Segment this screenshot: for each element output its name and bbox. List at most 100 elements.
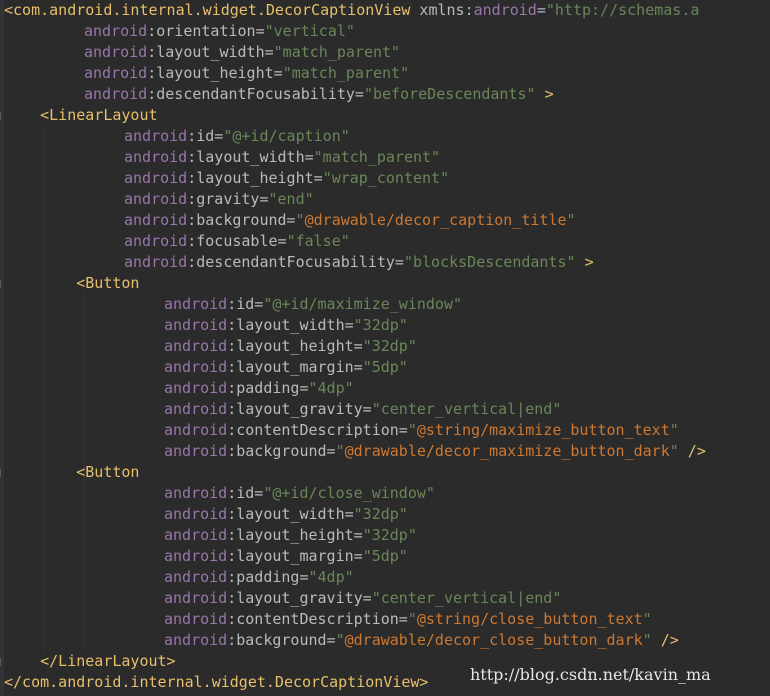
- code-line: android:layout_height="match_parent": [84, 63, 409, 84]
- code-token: :id=: [187, 127, 224, 145]
- code-line: android:layout_margin="5dp": [164, 357, 408, 378]
- code-token: "4dp": [308, 568, 354, 586]
- code-token: <Button: [4, 274, 140, 292]
- code-token: :layout_height=: [147, 64, 283, 82]
- code-token: :layout_height=: [187, 169, 323, 187]
- code-token: >: [575, 253, 594, 271]
- code-line: android:layout_margin="5dp": [164, 546, 408, 567]
- code-token: "32dp": [362, 337, 417, 355]
- code-token: :layout_margin=: [227, 547, 363, 565]
- code-token: ": [295, 211, 305, 229]
- code-token: android: [164, 547, 228, 565]
- code-token: ": [642, 631, 652, 649]
- code-token: :layout_height=: [227, 337, 363, 355]
- code-token: "end": [268, 190, 314, 208]
- code-line: android:layout_width="match_parent": [124, 147, 440, 168]
- code-token: "5dp": [362, 547, 408, 565]
- code-token: android: [164, 316, 228, 334]
- code-token: <LinearLayout: [4, 106, 158, 124]
- code-token: android: [124, 211, 188, 229]
- code-token: :orientation=: [147, 22, 265, 40]
- code-token: :layout_height=: [227, 526, 363, 544]
- code-line: android:layout_width="match_parent": [84, 42, 400, 63]
- code-line: android:layout_gravity="center_vertical|…: [164, 588, 561, 609]
- code-token: :: [464, 1, 474, 19]
- code-token: "@+id/maximize_window": [263, 295, 463, 313]
- code-token: android: [164, 358, 228, 376]
- code-token: android: [164, 505, 228, 523]
- code-token: "match_parent": [273, 43, 401, 61]
- code-token: "match_parent": [282, 64, 410, 82]
- code-editor[interactable]: <com.android.internal.widget.DecorCaptio…: [0, 0, 770, 696]
- code-token: android: [164, 568, 228, 586]
- code-token: android: [164, 526, 228, 544]
- code-line: android:descendantFocusability="blocksDe…: [124, 252, 594, 273]
- code-token: android: [84, 43, 148, 61]
- code-token: "@+id/caption": [223, 127, 350, 145]
- code-token: :focusable=: [187, 232, 287, 250]
- code-token: "false": [286, 232, 350, 250]
- code-line: android:layout_height="wrap_content": [124, 168, 449, 189]
- code-token: "match_parent": [313, 148, 441, 166]
- code-line: android:layout_width="32dp": [164, 315, 408, 336]
- code-token: :layout_gravity=: [227, 400, 372, 418]
- code-token: :gravity=: [187, 190, 269, 208]
- code-token: "4dp": [308, 379, 354, 397]
- code-token: android: [164, 400, 228, 418]
- code-token: android: [124, 232, 188, 250]
- code-line: android:id="@+id/close_window": [164, 483, 435, 504]
- code-token: android: [164, 442, 228, 460]
- code-token: "center_vertical|end": [371, 589, 562, 607]
- code-token: "vertical": [264, 22, 355, 40]
- code-token: "blocksDescendants": [403, 253, 576, 271]
- code-line: <Button: [4, 273, 139, 294]
- code-token: android: [84, 22, 148, 40]
- code-token: ": [669, 442, 679, 460]
- code-token: />: [651, 631, 679, 649]
- code-line: android:background="@drawable/decor_maxi…: [164, 441, 706, 462]
- code-line: </com.android.internal.widget.DecorCapti…: [4, 672, 428, 693]
- code-token: @drawable/decor_close_button_dark: [344, 631, 643, 649]
- code-token: @string/maximize_button_text: [416, 421, 670, 439]
- code-token: :contentDescription=: [227, 421, 408, 439]
- code-token: android: [473, 1, 537, 19]
- code-token: "32dp": [353, 316, 408, 334]
- code-token: android: [164, 610, 228, 628]
- code-token: :layout_width=: [147, 43, 274, 61]
- code-token: :descendantFocusability=: [187, 253, 404, 271]
- code-token: ": [335, 442, 345, 460]
- code-line: android:id="@+id/maximize_window": [164, 294, 462, 315]
- code-token: "@+id/close_window": [263, 484, 435, 502]
- code-token: :descendantFocusability=: [147, 85, 364, 103]
- code-line: android:contentDescription="@string/maxi…: [164, 420, 679, 441]
- code-token: @drawable/decor_maximize_button_dark: [344, 442, 670, 460]
- code-token: ": [407, 610, 417, 628]
- code-token: android: [164, 589, 228, 607]
- code-token: @drawable/decor_caption_title: [304, 211, 567, 229]
- code-token: ": [335, 631, 345, 649]
- code-line: android:background="@drawable/decor_capt…: [124, 210, 576, 231]
- code-token: </LinearLayout>: [4, 652, 176, 670]
- code-token: :background=: [227, 442, 336, 460]
- code-token: :padding=: [227, 379, 309, 397]
- code-token: "center_vertical|end": [371, 400, 562, 418]
- code-token: android: [164, 379, 228, 397]
- code-line: android:background="@drawable/decor_clos…: [164, 630, 679, 651]
- code-token: ": [642, 610, 652, 628]
- code-token: android: [124, 148, 188, 166]
- code-line: android:orientation="vertical": [84, 21, 355, 42]
- code-token: :id=: [227, 295, 264, 313]
- code-token: android: [84, 64, 148, 82]
- watermark: http://blog.csdn.net/kavin_ma: [470, 665, 711, 684]
- code-token: <Button: [4, 463, 140, 481]
- code-token: />: [678, 442, 706, 460]
- code-token: "5dp": [362, 358, 408, 376]
- code-token: :layout_width=: [227, 316, 354, 334]
- code-line: android:padding="4dp": [164, 378, 354, 399]
- code-token: android: [124, 253, 188, 271]
- code-token: android: [164, 631, 228, 649]
- code-token: :id=: [227, 484, 264, 502]
- code-token: :layout_width=: [187, 148, 314, 166]
- code-token: android: [164, 421, 228, 439]
- code-token: :layout_margin=: [227, 358, 363, 376]
